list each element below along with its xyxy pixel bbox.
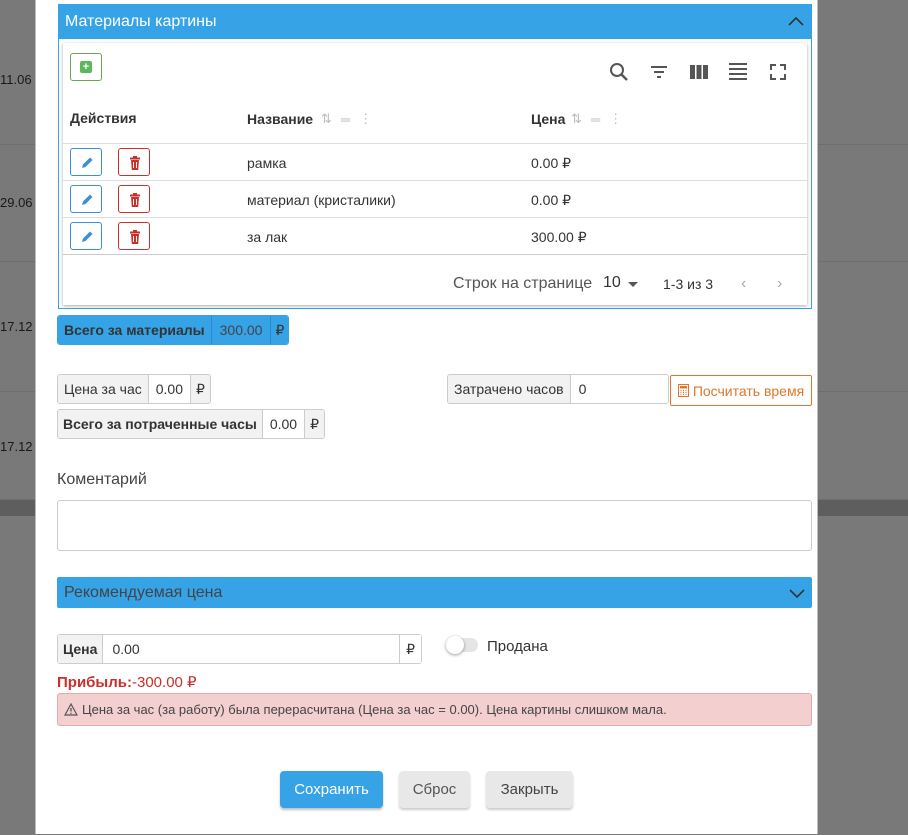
reset-button[interactable]: Сброс [399, 771, 470, 808]
recommended-price-header[interactable]: Рекомендуемая цена [57, 577, 812, 608]
currency-label: ₽ [304, 410, 325, 438]
close-button[interactable]: Закрыть [486, 771, 573, 808]
price-warning-alert: Цена за час (за работу) была перерасчита… [57, 693, 812, 726]
sort-icon[interactable]: ⇅ [321, 111, 332, 127]
column-header-name[interactable]: Название [247, 111, 313, 127]
hours-spent-group: Затрачено часов 0 [447, 374, 669, 404]
grid-pagination: Строк на странице 10 1-3 из 3 ‹ › [63, 254, 807, 305]
currency-label: ₽ [399, 635, 421, 663]
comment-textarea[interactable] [57, 500, 812, 551]
price-input[interactable]: 0.00 [103, 635, 399, 663]
material-price: 0.00 ₽ [531, 192, 572, 208]
edit-button[interactable] [70, 185, 102, 213]
drag-handle-icon[interactable]: ═ [591, 112, 600, 127]
delete-button[interactable] [118, 148, 150, 176]
hours-spent-input[interactable]: 0 [570, 375, 668, 403]
density-icon[interactable] [727, 61, 749, 83]
materials-total-group: Всего за материалы 300.00 ₽ [57, 315, 290, 345]
materials-total-label: Всего за материалы [58, 316, 212, 344]
comment-label: Коментарий [57, 471, 147, 488]
recommended-price-title: Рекомендуемая цена [64, 584, 223, 601]
hours-total-value: 0.00 [262, 410, 305, 438]
sort-icon[interactable]: ⇅ [571, 111, 582, 127]
pencil-icon [82, 231, 93, 242]
table-row: рамка 0.00 ₽ [63, 143, 807, 180]
caret-down-icon[interactable] [628, 282, 638, 287]
page-range: 1-3 из 3 [663, 276, 714, 292]
fullscreen-icon[interactable] [767, 61, 789, 83]
column-menu-icon[interactable]: ⋮ [609, 111, 622, 127]
table-row: за лак 300.00 ₽ [63, 217, 807, 254]
materials-total-value: 300.00 [211, 316, 272, 344]
material-price: 0.00 ₽ [531, 155, 572, 171]
materials-panel-header[interactable]: Материалы картины [59, 5, 811, 39]
delete-button[interactable] [118, 222, 150, 250]
delete-button[interactable] [118, 185, 150, 213]
calc-time-button[interactable]: Посчитать время [670, 375, 812, 406]
chevron-up-icon[interactable] [787, 13, 805, 31]
material-price: 300.00 ₽ [531, 229, 587, 245]
warning-icon [64, 703, 78, 716]
pencil-icon [82, 194, 93, 205]
filter-icon[interactable] [648, 61, 670, 83]
columns-icon[interactable] [688, 61, 710, 83]
material-name: за лак [247, 229, 288, 245]
trash-icon [130, 230, 140, 244]
material-name: материал (кристалики) [247, 192, 396, 208]
edit-button[interactable] [70, 222, 102, 250]
painting-modal: Материалы картины + Действия Название ⇅ … [35, 0, 818, 834]
drag-handle-icon[interactable]: ═ [341, 112, 350, 127]
hour-price-group: Цена за час 0.00 ₽ [57, 374, 211, 404]
column-header-price[interactable]: Цена [531, 111, 565, 127]
materials-grid: + Действия Название ⇅ ═ ⋮ Цена ⇅ ═ ⋮ рам… [63, 43, 807, 305]
trash-icon [130, 193, 140, 207]
alert-text: Цена за час (за работу) была перерасчита… [82, 702, 667, 717]
hours-spent-label: Затрачено часов [448, 375, 571, 403]
pencil-icon [82, 157, 93, 168]
save-button[interactable]: Сохранить [280, 771, 383, 808]
column-header-name-tools: ⇅ ═ ⋮ [321, 111, 372, 127]
currency-label: ₽ [189, 375, 210, 403]
hours-total-label: Всего за потраченные часы [58, 410, 263, 438]
chevron-right-icon[interactable]: › [777, 275, 782, 293]
table-row: материал (кристалики) 0.00 ₽ [63, 180, 807, 217]
materials-panel: Материалы картины + Действия Название ⇅ … [58, 4, 812, 309]
currency-label: ₽ [271, 316, 289, 344]
column-header-price-tools: ⇅ ═ ⋮ [571, 111, 622, 127]
hour-price-value: 0.00 [148, 375, 190, 403]
add-icon: + [80, 61, 92, 73]
chevron-down-icon[interactable] [788, 584, 806, 602]
search-icon[interactable] [608, 61, 630, 83]
profit: Прибыль:-300.00 ₽ [57, 673, 197, 691]
material-name: рамка [247, 155, 287, 171]
trash-icon [130, 156, 140, 170]
rows-per-page-label: Строк на странице [453, 275, 593, 292]
sold-toggle[interactable] [446, 636, 478, 654]
column-menu-icon[interactable]: ⋮ [359, 111, 372, 127]
profit-value: -300.00 ₽ [132, 674, 197, 691]
toggle-knob [446, 636, 464, 654]
profit-label: Прибыль: [57, 674, 132, 691]
materials-panel-title: Материалы картины [65, 13, 217, 30]
column-header-actions: Действия [70, 110, 137, 126]
price-label: Цена [58, 635, 104, 663]
hours-total-group: Всего за потраченные часы 0.00 ₽ [57, 409, 326, 439]
chevron-left-icon[interactable]: ‹ [741, 275, 746, 293]
rows-per-page-select[interactable]: 10 [603, 274, 621, 292]
add-material-button[interactable]: + [70, 53, 102, 81]
sold-label: Продана [487, 638, 548, 655]
hour-price-label: Цена за час [58, 375, 149, 403]
price-field: Цена 0.00 ₽ [57, 634, 422, 664]
calculator-icon [677, 384, 689, 397]
calc-time-label: Посчитать время [692, 382, 805, 399]
edit-button[interactable] [70, 148, 102, 176]
